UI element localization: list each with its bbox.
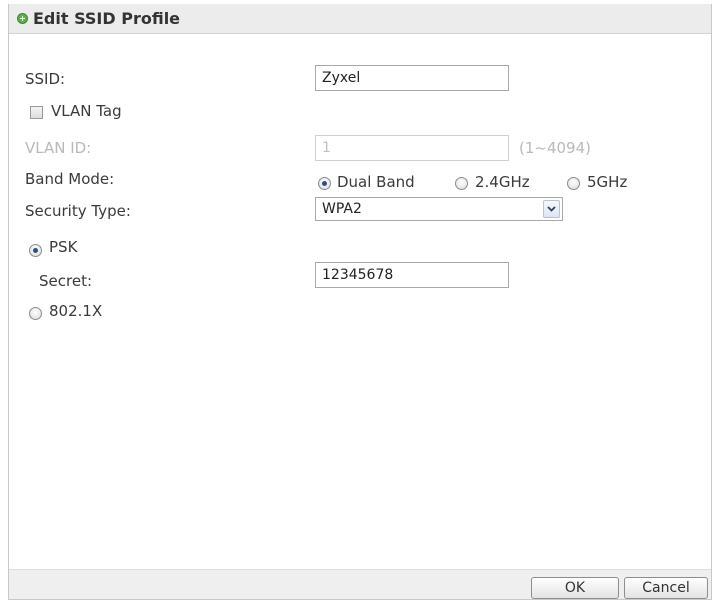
band-mode-label: Band Mode: <box>25 170 115 188</box>
vlan-id-input[interactable] <box>315 135 509 161</box>
security-type-label: Security Type: <box>25 202 131 220</box>
dot1x-radio[interactable] <box>29 307 42 320</box>
band-5ghz-label: 5GHz <box>587 173 628 191</box>
psk-label: PSK <box>49 238 78 256</box>
ssid-label: SSID: <box>25 70 66 88</box>
secret-label: Secret: <box>39 272 92 290</box>
vlan-tag-label: VLAN Tag <box>51 102 122 120</box>
band-dual-label: Dual Band <box>337 173 415 191</box>
vlan-id-label: VLAN ID: <box>25 139 92 157</box>
band-2-4ghz-label: 2.4GHz <box>475 173 530 191</box>
band-dual-radio[interactable] <box>318 177 331 190</box>
vlan-id-range: (1~4094) <box>519 139 591 157</box>
security-type-select[interactable]: WPA2 <box>315 197 563 221</box>
band-5ghz-radio[interactable] <box>567 177 580 190</box>
band-2-4ghz-radio[interactable] <box>455 177 468 190</box>
dropdown-arrow-icon[interactable] <box>543 200 560 218</box>
security-type-value: WPA2 <box>322 201 362 217</box>
edit-ssid-profile-dialog: Edit SSID Profile SSID: VLAN Tag VLAN ID… <box>8 4 712 600</box>
add-circle-icon <box>17 13 28 24</box>
psk-radio[interactable] <box>29 244 42 257</box>
dialog-header: Edit SSID Profile <box>9 4 711 34</box>
ok-button[interactable]: OK <box>531 577 619 599</box>
vlan-tag-checkbox[interactable] <box>30 106 43 119</box>
dot1x-label: 802.1X <box>49 302 103 320</box>
secret-input[interactable] <box>315 262 509 288</box>
ssid-input[interactable] <box>315 65 509 91</box>
dialog-title: Edit SSID Profile <box>33 9 181 28</box>
cancel-button[interactable]: Cancel <box>624 577 708 599</box>
dialog-footer: OK Cancel <box>9 569 711 599</box>
